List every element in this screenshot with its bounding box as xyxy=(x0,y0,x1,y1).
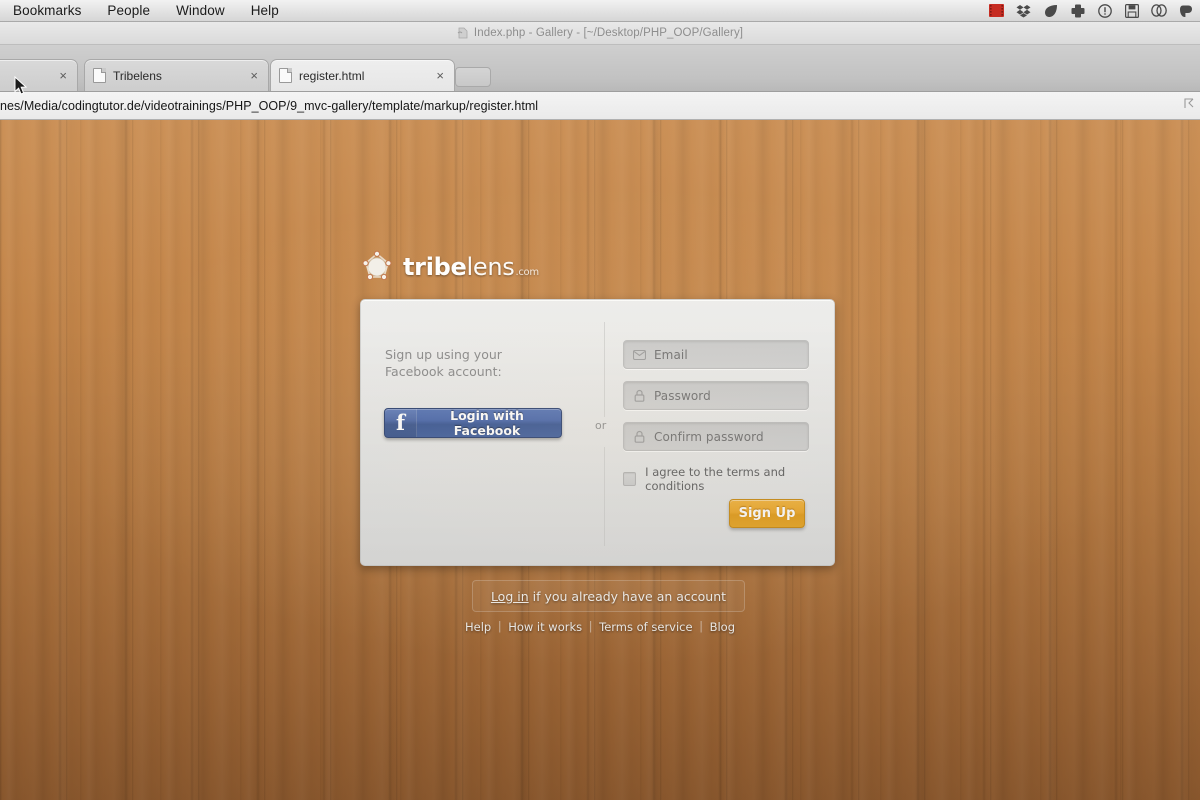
footer-link-terms-of-service[interactable]: Terms of service xyxy=(592,620,699,634)
login-prompt-box[interactable]: Log in if you already have an account xyxy=(472,580,745,612)
terms-agreement-row[interactable]: I agree to the terms and conditions xyxy=(623,465,834,493)
brand-tld: .com xyxy=(515,267,539,278)
window-title-wrap: Index.php - Gallery - [~/Desktop/PHP_OOP… xyxy=(457,27,743,39)
link-chain-icon[interactable] xyxy=(1150,3,1167,19)
screenshot-root: Bookmarks People Window Help Index.php -… xyxy=(0,0,1200,800)
password-placeholder: Password xyxy=(654,388,711,403)
dropbox-icon[interactable] xyxy=(1015,3,1032,19)
facebook-f-glyph: f xyxy=(395,409,406,435)
window-title-bar: Index.php - Gallery - [~/Desktop/PHP_OOP… xyxy=(0,22,1200,45)
tab-close-icon[interactable]: × xyxy=(434,69,446,82)
footer-link-blog[interactable]: Blog xyxy=(703,620,742,634)
log-in-link[interactable]: Log in xyxy=(491,589,529,604)
macos-menubar: Bookmarks People Window Help xyxy=(0,0,1200,22)
footer-link-help[interactable]: Help xyxy=(458,620,498,634)
url-text[interactable]: nes/Media/codingtutor.de/videotrainings/… xyxy=(0,99,538,113)
lock-icon xyxy=(624,430,654,443)
footer-links: Help | How it works | Terms of service |… xyxy=(0,620,1200,634)
brand-wordmark: tribelens.com xyxy=(403,253,539,281)
tab-favicon-icon xyxy=(279,68,292,83)
login-with-facebook-button[interactable]: f Login with Facebook xyxy=(384,408,562,438)
menu-item-help[interactable]: Help xyxy=(238,0,292,22)
terms-checkbox[interactable] xyxy=(623,472,637,486)
brand-name-light: lens xyxy=(466,253,515,281)
menubar-tray xyxy=(988,3,1200,19)
menu-item-bookmarks[interactable]: Bookmarks xyxy=(0,0,94,22)
signup-panel-left: Sign up using your Facebook account: f L… xyxy=(361,300,585,565)
footer-link-how-it-works[interactable]: How it works xyxy=(501,620,589,634)
document-mini-icon xyxy=(457,27,469,39)
signup-panel: Sign up using your Facebook account: f L… xyxy=(360,299,835,566)
tab-close-icon[interactable]: × xyxy=(248,69,260,82)
lock-icon xyxy=(624,389,654,402)
menu-item-people[interactable]: People xyxy=(94,0,163,22)
login-prompt-text: Log in if you already have an account xyxy=(491,589,726,604)
web-page-content: tribelens.com Sign up using your Faceboo… xyxy=(0,120,1200,800)
or-label: or xyxy=(595,419,607,432)
tab-label: Tribelens xyxy=(113,68,162,83)
window-title-text: Index.php - Gallery - [~/Desktop/PHP_OOP… xyxy=(473,27,744,39)
login-prompt-rest: if you already have an account xyxy=(528,588,727,604)
screen-recorder-icon[interactable] xyxy=(988,3,1005,19)
browser-tab-tribelens[interactable]: Tribelens × xyxy=(84,59,269,91)
browser-url-bar[interactable]: nes/Media/codingtutor.de/videotrainings/… xyxy=(0,92,1200,120)
menu-item-window[interactable]: Window xyxy=(163,0,238,22)
facebook-f-icon: f xyxy=(385,409,417,437)
confirm-password-field[interactable]: Confirm password xyxy=(623,422,809,451)
confirm-password-placeholder: Confirm password xyxy=(654,429,764,444)
evernote-elephant-icon[interactable] xyxy=(1177,3,1194,19)
brand-logo[interactable]: tribelens.com xyxy=(360,250,539,284)
browser-tab-register-html[interactable]: register.html × xyxy=(270,59,455,91)
email-placeholder: Email xyxy=(654,347,688,362)
menubar-items: Bookmarks People Window Help xyxy=(0,0,292,22)
bookmark-star-icon[interactable] xyxy=(1183,97,1200,115)
browser-tab-0[interactable]: × xyxy=(0,59,78,91)
brand-name-bold: tribe xyxy=(403,253,467,281)
email-field[interactable]: Email xyxy=(623,340,809,369)
tribelens-lens-icon xyxy=(360,250,394,284)
save-disk-icon[interactable] xyxy=(1123,3,1140,19)
facebook-button-label: Login with Facebook xyxy=(450,408,524,438)
new-tab-button[interactable] xyxy=(455,67,491,87)
divider-line-top xyxy=(604,322,605,417)
browser-tabstrip: × Tribelens × register.html × xyxy=(0,45,1200,92)
facebook-caption: Sign up using your Facebook account: xyxy=(385,347,502,379)
info-circle-icon[interactable] xyxy=(1096,3,1113,19)
sign-up-button-label: Sign Up xyxy=(738,506,796,521)
terms-label: I agree to the terms and conditions xyxy=(645,465,786,493)
tab-label: register.html xyxy=(299,68,365,83)
divider-line-bottom xyxy=(604,447,605,546)
plus-cross-icon[interactable] xyxy=(1069,3,1086,19)
sign-up-button[interactable]: Sign Up xyxy=(729,499,805,528)
password-field[interactable]: Password xyxy=(623,381,809,410)
tab-close-icon[interactable]: × xyxy=(57,69,69,82)
envelope-icon xyxy=(624,349,654,360)
leaf-icon[interactable] xyxy=(1042,3,1059,19)
tab-favicon-icon xyxy=(93,68,106,83)
